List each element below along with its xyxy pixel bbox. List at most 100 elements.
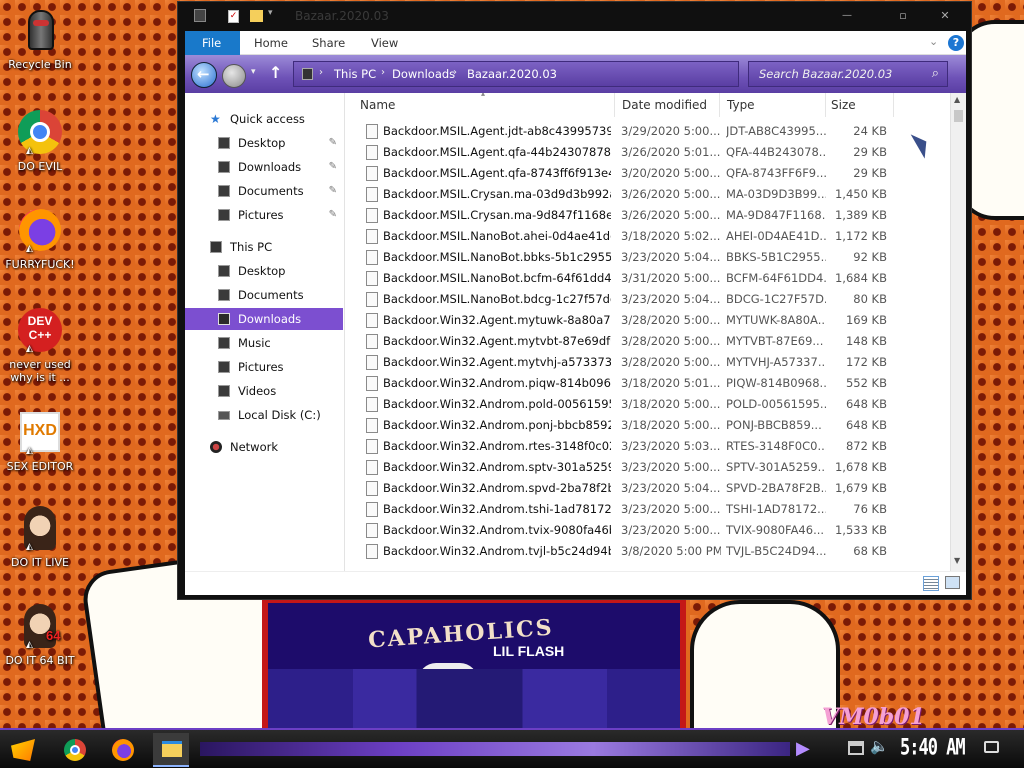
nav-label: Documents [238, 288, 304, 302]
file-name: Backdoor.Win32.Androm.piqw-814b096876... [383, 376, 611, 390]
pin-icon[interactable]: ✎ [329, 156, 337, 178]
tab-home[interactable]: Home [254, 31, 288, 55]
file-row[interactable]: Backdoor.MSIL.Agent.qfa-44b243078780fa..… [345, 142, 950, 163]
volume-icon[interactable]: 🔈 [870, 737, 889, 755]
file-row[interactable]: Backdoor.Win32.Androm.rtes-3148f0c0266..… [345, 436, 950, 457]
notifications-icon[interactable] [984, 741, 999, 753]
file-icon [366, 292, 378, 307]
scroll-down-icon[interactable]: ▼ [954, 556, 960, 565]
back-button[interactable]: ← [191, 62, 217, 88]
file-row[interactable]: Backdoor.MSIL.Crysan.ma-03d9d3b992a37...… [345, 184, 950, 205]
details-view-icon[interactable] [923, 576, 939, 591]
file-row[interactable]: Backdoor.Win32.Agent.mytvbt-87e69df644c.… [345, 331, 950, 352]
file-row[interactable]: Backdoor.Win32.Androm.tvjl-b5c24d94b63f.… [345, 541, 950, 562]
desktop-icon-devcpp[interactable]: DEV C++ ◭ never used why is it ... [0, 306, 80, 384]
scroll-up-icon[interactable]: ▲ [954, 95, 960, 104]
properties-icon[interactable]: ✓ [228, 10, 239, 23]
column-header-type[interactable]: Type [720, 93, 826, 117]
desktop-icon-do-it-live[interactable]: ◭ DO IT LIVE [0, 504, 80, 569]
start-button[interactable] [4, 733, 40, 767]
tab-file[interactable]: File [185, 31, 240, 55]
window-titlebar[interactable]: ✓ ▾ Bazaar.2020.03 — ▫ ✕ [178, 2, 971, 30]
file-row[interactable]: Backdoor.Win32.Androm.spvd-2ba78f2b91...… [345, 478, 950, 499]
file-row[interactable]: Backdoor.Win32.Agent.mytuwk-8a80a763b...… [345, 310, 950, 331]
search-box[interactable]: Search Bazaar.2020.03 ⌕ [748, 61, 948, 87]
file-row[interactable]: Backdoor.Win32.Agent.mytvhj-a57337366c..… [345, 352, 950, 373]
column-header-size[interactable]: Size [826, 93, 894, 117]
explorer-window[interactable]: ✓ ▾ Bazaar.2020.03 — ▫ ✕ File Home Share… [177, 1, 972, 600]
nav-pc-local-disk[interactable]: Local Disk (C:) [185, 404, 343, 426]
desktop-icon-do-evil[interactable]: ◭ DO EVIL [0, 108, 80, 173]
file-date: 3/23/2020 5:00... [621, 502, 721, 516]
column-header-name[interactable]: Name [345, 93, 615, 117]
forward-button[interactable] [222, 64, 246, 88]
help-icon[interactable]: ? [948, 35, 964, 51]
pictures-folder-icon [218, 209, 230, 221]
file-row[interactable]: Backdoor.Win32.Androm.ponj-bbcb85929cf..… [345, 415, 950, 436]
navigation-pane[interactable]: ★ Quick access Desktop ✎ Downloads ✎ Docum… [185, 93, 345, 571]
maximize-button[interactable]: ▫ [886, 5, 920, 27]
file-row[interactable]: Backdoor.Win32.Androm.piqw-814b096876...… [345, 373, 950, 394]
file-row[interactable]: Backdoor.MSIL.NanoBot.ahei-0d4ae41ded2..… [345, 226, 950, 247]
taskbar-chrome[interactable] [56, 733, 92, 767]
file-row[interactable]: Backdoor.Win32.Androm.sptv-301a5259de...… [345, 457, 950, 478]
file-list[interactable]: ▴ Name Date modified Type Size Backdoor.… [345, 93, 950, 571]
tray-arrow-icon[interactable]: ▶ [796, 738, 810, 759]
breadcrumb-bazaar[interactable]: Bazaar.2020.03 [467, 67, 557, 81]
minimize-button[interactable]: — [830, 5, 864, 27]
pin-icon[interactable]: ✎ [329, 204, 337, 226]
desktop-icon-firefox[interactable]: ◭ FURRYFUCK! [0, 206, 80, 271]
clock[interactable]: 5:40 AM [900, 735, 966, 761]
file-row[interactable]: Backdoor.MSIL.Agent.jdt-ab8c439957396d..… [345, 121, 950, 142]
tab-share[interactable]: Share [312, 31, 345, 55]
file-row[interactable]: Backdoor.MSIL.NanoBot.bcfm-64f61dd41ec..… [345, 268, 950, 289]
nav-quick-access[interactable]: ★ Quick access [185, 108, 343, 130]
nav-pc-pictures[interactable]: Pictures [185, 356, 343, 378]
large-icons-view-icon[interactable] [945, 576, 960, 589]
file-row[interactable]: Backdoor.MSIL.Crysan.ma-9d847f1168ee9...… [345, 205, 950, 226]
scroll-thumb[interactable] [954, 110, 963, 122]
customize-toolbar-icon[interactable]: ▾ [268, 8, 273, 18]
nav-network[interactable]: Network [185, 436, 343, 458]
up-button[interactable]: ↑ [269, 63, 282, 82]
nav-pc-desktop[interactable]: Desktop [185, 260, 343, 282]
vertical-scrollbar[interactable]: ▲ ▼ [950, 93, 966, 571]
file-row[interactable]: Backdoor.MSIL.Agent.qfa-8743ff6f913e40b.… [345, 163, 950, 184]
breadcrumb-downloads[interactable]: Downloads [392, 67, 455, 81]
nav-this-pc[interactable]: This PC [185, 236, 343, 258]
new-folder-icon[interactable] [250, 10, 263, 22]
nav-qa-downloads[interactable]: Downloads ✎ [185, 156, 343, 178]
column-header-date[interactable]: Date modified [615, 93, 720, 117]
close-button[interactable]: ✕ [928, 5, 962, 27]
expand-ribbon-icon[interactable]: ⌄ [929, 35, 938, 48]
nav-pc-documents[interactable]: Documents [185, 284, 343, 306]
file-size: 68 KB [853, 544, 887, 558]
taskbar-file-explorer[interactable] [153, 733, 189, 767]
taskbar-firefox[interactable] [104, 733, 140, 767]
downloads-folder-icon [218, 161, 230, 173]
nav-pc-videos[interactable]: Videos [185, 380, 343, 402]
recent-locations-icon[interactable]: ▾ [251, 67, 256, 77]
file-name: Backdoor.MSIL.Agent.qfa-44b243078780fa..… [383, 145, 611, 159]
breadcrumb-this-pc[interactable]: This PC [334, 67, 376, 81]
file-row[interactable]: Backdoor.Win32.Androm.tvix-9080fa46bb2..… [345, 520, 950, 541]
address-box[interactable]: › This PC › Downloads › Bazaar.2020.03 [293, 61, 739, 87]
pin-icon[interactable]: ✎ [329, 180, 337, 202]
nav-qa-documents[interactable]: Documents ✎ [185, 180, 343, 202]
desktop-icon-recycle-bin[interactable]: Recycle Bin [0, 6, 80, 71]
desktop-icon-hxd[interactable]: HXD ◭ SEX EDITOR [0, 408, 80, 473]
nav-qa-desktop[interactable]: Desktop ✎ [185, 132, 343, 154]
desktop-icon-do-it-64-bit[interactable]: 64 ◭ DO IT 64 BIT [0, 602, 80, 667]
file-row[interactable]: Backdoor.MSIL.NanoBot.bbks-5b1c295555...… [345, 247, 950, 268]
nav-pc-music[interactable]: Music [185, 332, 343, 354]
nav-qa-pictures[interactable]: Pictures ✎ [185, 204, 343, 226]
network-tray-icon[interactable] [848, 741, 864, 755]
file-row[interactable]: Backdoor.MSIL.NanoBot.bdcg-1c27f57ddb7..… [345, 289, 950, 310]
nav-pc-downloads[interactable]: Downloads [185, 308, 343, 330]
file-date: 3/18/2020 5:02... [621, 229, 721, 243]
tab-view[interactable]: View [371, 31, 398, 55]
file-row[interactable]: Backdoor.Win32.Androm.pold-00561595f71..… [345, 394, 950, 415]
file-icon [366, 187, 378, 202]
file-row[interactable]: Backdoor.Win32.Androm.tshi-1ad781722bd..… [345, 499, 950, 520]
pin-icon[interactable]: ✎ [329, 132, 337, 154]
